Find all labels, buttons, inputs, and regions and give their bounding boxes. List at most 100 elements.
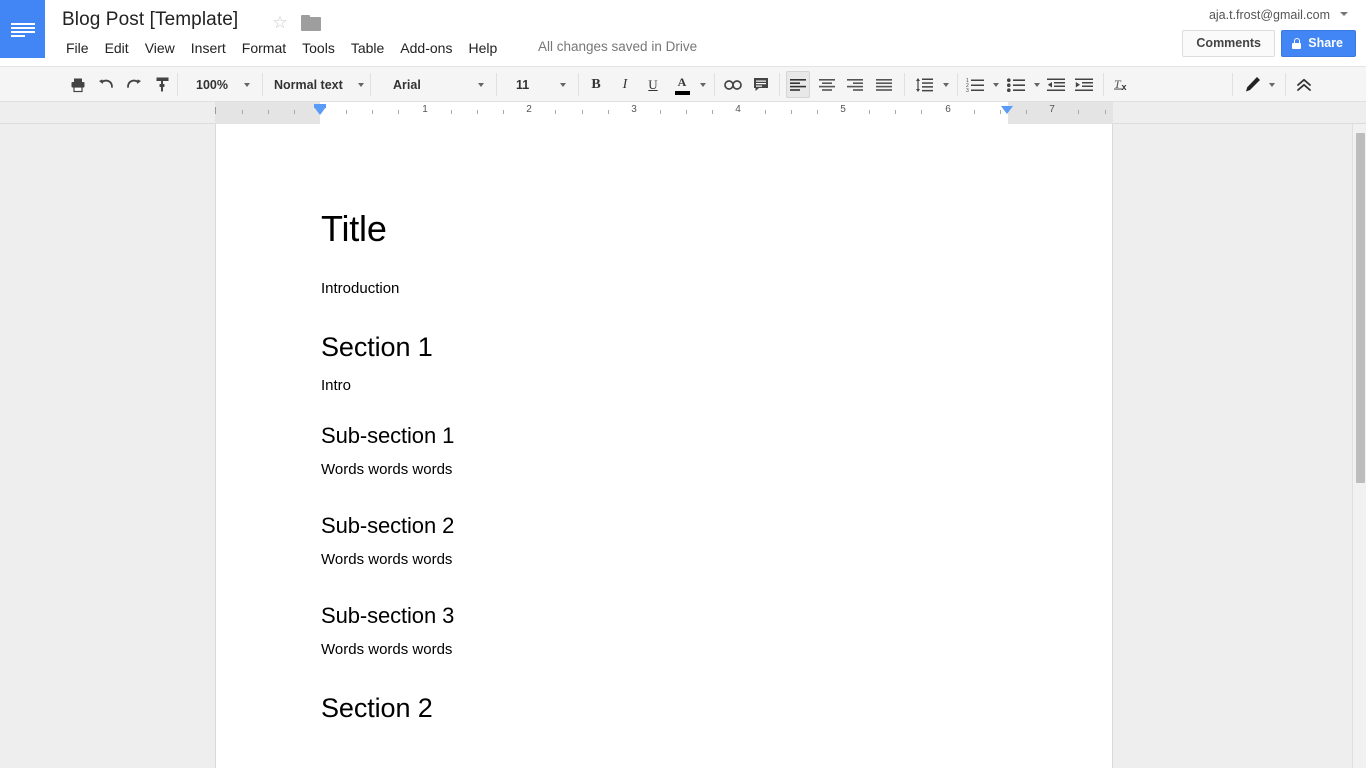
clear-formatting-button[interactable]: T x [1111, 71, 1135, 98]
font-size-dropdown[interactable] [556, 71, 570, 98]
menu-item-help[interactable]: Help [460, 38, 505, 58]
collapse-toolbar-button[interactable] [1292, 71, 1316, 98]
menu-item-addons[interactable]: Add-ons [392, 38, 460, 58]
toolbar-separator [1232, 73, 1233, 96]
menu-item-tools[interactable]: Tools [294, 38, 343, 58]
ruler-tick [608, 110, 609, 114]
align-justify-button[interactable] [872, 71, 896, 98]
doc-heading-sub-section-2: Sub-section 2 [321, 513, 1009, 539]
text-color-icon: A [678, 75, 687, 89]
menu-item-view[interactable]: View [137, 38, 183, 58]
ruler-number: 5 [840, 104, 846, 115]
align-left-button[interactable] [786, 71, 810, 98]
vertical-scrollbar-thumb[interactable] [1356, 133, 1365, 483]
ruler-tick [503, 110, 504, 114]
align-right-button[interactable] [843, 71, 867, 98]
paint-format-button[interactable] [151, 71, 175, 98]
document-page[interactable]: Title Introduction Section 1 Intro Sub-s… [215, 124, 1113, 768]
menu-bar: File Edit View Insert Format Tools Table… [62, 38, 505, 58]
align-center-icon [819, 79, 835, 91]
doc-heading-sub-section-3: Sub-section 3 [321, 603, 1009, 629]
document-content[interactable]: Title Introduction Section 1 Intro Sub-s… [321, 208, 1009, 725]
share-button[interactable]: Share [1281, 30, 1356, 57]
left-indent-marker[interactable] [314, 107, 326, 115]
ruler-tick [268, 110, 269, 114]
svg-text:x: x [1122, 82, 1127, 92]
ruler-number: 1 [422, 104, 428, 115]
ruler-number: 6 [945, 104, 951, 115]
bold-button[interactable]: B [586, 71, 606, 98]
menu-item-format[interactable]: Format [234, 38, 294, 58]
ruler-number: 2 [526, 104, 532, 115]
bulleted-list-button[interactable] [1004, 71, 1028, 98]
double-chevron-up-icon [1296, 78, 1312, 92]
menu-item-edit[interactable]: Edit [97, 38, 137, 58]
toolbar-separator [904, 73, 905, 96]
bulleted-list-dropdown[interactable] [1031, 71, 1043, 98]
font-size-value[interactable]: 11 [516, 71, 529, 98]
editing-mode-dropdown[interactable] [1266, 71, 1278, 98]
doc-heading-title: Title [321, 208, 1009, 249]
lock-icon [1292, 38, 1301, 49]
ruler[interactable]: 1234567 [0, 102, 1366, 124]
print-button[interactable] [66, 71, 90, 98]
zoom-value[interactable]: 100% [196, 71, 228, 98]
editing-mode-button[interactable] [1240, 71, 1264, 98]
formatting-toolbar: 100% Normal text Arial 11 B I U A [0, 66, 1366, 102]
toolbar-separator [779, 73, 780, 96]
paragraph-style-dropdown[interactable] [354, 71, 368, 98]
link-icon [724, 79, 742, 91]
account-email[interactable]: aja.t.frost@gmail.com [1209, 8, 1330, 22]
numbered-list-dropdown[interactable] [990, 71, 1002, 98]
svg-text:3: 3 [966, 88, 969, 92]
align-center-button[interactable] [815, 71, 839, 98]
toolbar-separator [578, 73, 579, 96]
increase-indent-button[interactable] [1072, 71, 1096, 98]
document-title[interactable]: Blog Post [Template] [62, 9, 238, 31]
doc-heading-section-1: Section 1 [321, 332, 1009, 364]
doc-paragraph-sub-2-body: Words words words [321, 551, 1009, 569]
vertical-scrollbar[interactable] [1352, 124, 1366, 768]
menu-item-insert[interactable]: Insert [183, 38, 234, 58]
toolbar-separator [957, 73, 958, 96]
google-docs-logo[interactable] [0, 0, 45, 58]
insert-link-button[interactable] [722, 71, 744, 98]
line-spacing-icon [915, 78, 933, 92]
ruler-tick [242, 110, 243, 114]
document-canvas: Title Introduction Section 1 Intro Sub-s… [0, 124, 1366, 768]
clear-formatting-icon: T x [1114, 77, 1132, 92]
text-color-dropdown[interactable] [697, 71, 709, 98]
insert-comment-button[interactable] [750, 71, 772, 98]
italic-button[interactable]: I [615, 71, 635, 98]
toolbar-separator [262, 73, 263, 96]
text-color-button[interactable]: A [671, 71, 693, 98]
underline-button[interactable]: U [643, 71, 663, 98]
bold-icon: B [591, 77, 600, 93]
align-left-icon [790, 79, 806, 91]
line-spacing-button[interactable] [912, 71, 936, 98]
ruler-number: 3 [631, 104, 637, 115]
comments-button[interactable]: Comments [1182, 30, 1275, 57]
right-indent-marker[interactable] [1001, 106, 1013, 114]
zoom-dropdown[interactable] [240, 71, 254, 98]
ruler-track [215, 102, 1113, 124]
doc-heading-section-2: Section 2 [321, 693, 1009, 725]
text-color-swatch [675, 91, 690, 95]
undo-button[interactable] [94, 71, 118, 98]
star-icon[interactable]: ☆ [271, 14, 289, 32]
font-family-value[interactable]: Arial [393, 71, 421, 98]
undo-arrow-icon [97, 77, 115, 93]
folder-icon[interactable] [301, 15, 321, 31]
menu-item-table[interactable]: Table [343, 38, 392, 58]
redo-button[interactable] [122, 71, 146, 98]
line-spacing-dropdown[interactable] [940, 71, 952, 98]
doc-paragraph-introduction: Introduction [321, 280, 1009, 298]
align-right-icon [847, 79, 863, 91]
font-family-dropdown[interactable] [474, 71, 488, 98]
menu-item-file[interactable]: File [62, 38, 97, 58]
decrease-indent-button[interactable] [1044, 71, 1068, 98]
numbered-list-button[interactable]: 1 2 3 [963, 71, 987, 98]
chevron-down-icon[interactable] [1340, 12, 1348, 16]
toolbar-separator [177, 73, 178, 96]
paragraph-style-value[interactable]: Normal text [274, 71, 343, 98]
